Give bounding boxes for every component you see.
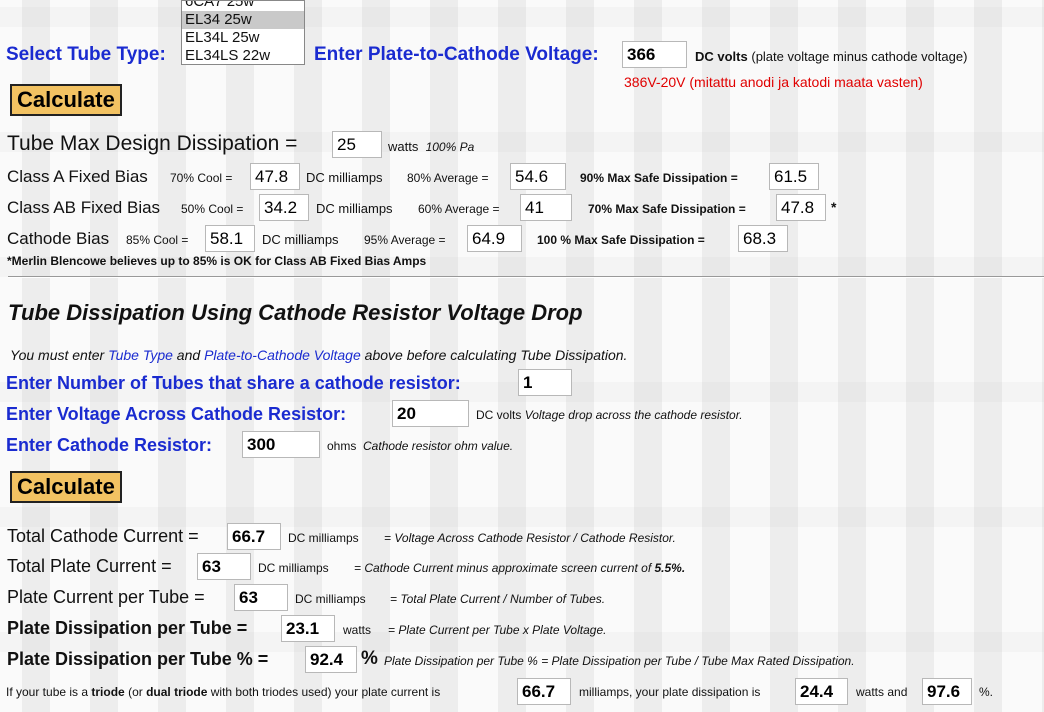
total-cathode-label: Total Cathode Current = xyxy=(7,526,199,546)
tube-type-listbox[interactable]: 6CA7 25w EL34 25w EL34L 25w EL34LS 22w xyxy=(181,0,305,65)
plate-voltage-hint: (plate voltage minus cathode voltage) xyxy=(751,49,968,64)
tube-option[interactable]: 6CA7 25w xyxy=(182,1,304,11)
cathode-resistor-unit: ohms xyxy=(327,439,357,453)
cathode-resistor-label: Enter Cathode Resistor: xyxy=(6,435,213,455)
dual-triode-word: dual triode xyxy=(146,685,208,699)
tube-type-link[interactable]: Tube Type xyxy=(108,347,173,363)
class-ab-max-input[interactable] xyxy=(776,194,826,221)
total-plate-formula-text: = Cathode Current minus approximate scre… xyxy=(354,561,655,575)
class-ab-avg-input[interactable] xyxy=(520,194,572,221)
section-title: Tube Dissipation Using Cathode Resistor … xyxy=(8,300,583,325)
section-divider xyxy=(8,276,1044,278)
class-ab-cool-label: 50% Cool = xyxy=(181,202,244,216)
total-plate-label: Total Plate Current = xyxy=(7,556,172,576)
max-dissipation-input[interactable] xyxy=(332,131,382,158)
class-ab-unit: DC milliamps xyxy=(316,201,393,216)
total-plate-unit: DC milliamps xyxy=(258,561,329,575)
voltage-drop-unit: DC volts xyxy=(476,408,522,422)
tube-type-label: Select Tube Type: xyxy=(6,44,166,65)
tube-option-selected[interactable]: EL34 25w xyxy=(182,11,304,29)
plate-voltage-note: 386V-20V (mitattu anodi ja katodi maata … xyxy=(624,74,923,90)
triode-pct-unit: %. xyxy=(979,685,994,699)
dissipation-unit: watts xyxy=(343,623,372,637)
triode-text: If your tube is a xyxy=(6,685,92,699)
tube-option[interactable]: EL34LS 22w xyxy=(182,47,304,64)
plate-per-tube-output[interactable] xyxy=(234,584,288,611)
voltage-drop-label: Enter Voltage Across Cathode Resistor: xyxy=(6,404,347,424)
instr-text: and xyxy=(172,347,205,363)
triode-word: triode xyxy=(91,685,125,699)
dissipation-pct-unit: % xyxy=(361,648,378,669)
class-a-max-label: 90% Max Safe Dissipation = xyxy=(580,171,738,185)
plate-per-tube-unit: DC milliamps xyxy=(295,592,366,606)
total-cathode-formula: = Voltage Across Cathode Resistor / Cath… xyxy=(384,531,676,545)
max-dissipation-label: Tube Max Design Dissipation = xyxy=(7,132,298,155)
total-cathode-output[interactable] xyxy=(227,523,281,550)
cathode-resistor-input[interactable] xyxy=(242,431,320,458)
cathode-resistor-hint-text: ohms Cathode resistor ohm value. xyxy=(327,439,513,453)
dissipation-label: Plate Dissipation per Tube = xyxy=(7,618,248,638)
dissipation-pct-label: Plate Dissipation per Tube % = xyxy=(7,649,269,669)
cathode-bias-max-input[interactable] xyxy=(738,225,788,252)
triode-text-1: If your tube is a triode (or dual triode… xyxy=(6,685,440,699)
class-a-label: Class A Fixed Bias xyxy=(7,167,148,186)
plate-per-tube-formula: = Total Plate Current / Number of Tubes. xyxy=(390,592,606,606)
cathode-bias-avg-label: 95% Average = xyxy=(364,233,446,247)
class-a-cool-label: 70% Cool = xyxy=(170,171,233,185)
class-a-avg-input[interactable] xyxy=(510,163,566,190)
triode-current-output[interactable] xyxy=(517,678,571,705)
class-ab-cool-input[interactable] xyxy=(259,194,309,221)
triode-text: (or xyxy=(124,685,147,699)
instr-text: You must enter xyxy=(10,347,109,363)
total-cathode-unit: DC milliamps xyxy=(288,531,359,545)
tube-option[interactable]: EL34L 25w xyxy=(182,29,304,47)
plate-voltage-unit: DC volts xyxy=(695,49,748,64)
total-plate-formula: = Cathode Current minus approximate scre… xyxy=(354,561,685,575)
max-dissipation-note: 100% Pa xyxy=(425,140,475,154)
dissipation-formula: = Plate Current per Tube x Plate Voltage… xyxy=(388,623,607,637)
total-plate-output[interactable] xyxy=(197,553,251,580)
num-tubes-label: Enter Number of Tubes that share a catho… xyxy=(6,373,461,393)
footnote: *Merlin Blencowe believes up to 85% is O… xyxy=(7,254,427,268)
cathode-bias-cool-label: 85% Cool = xyxy=(126,233,189,247)
voltage-drop-hint-text: DC volts Voltage drop across the cathode… xyxy=(476,408,743,422)
plate-voltage-link[interactable]: Plate-to-Cathode Voltage xyxy=(204,347,361,363)
voltage-drop-input[interactable] xyxy=(392,400,469,427)
dissipation-pct-output[interactable] xyxy=(305,646,357,673)
plate-voltage-input[interactable] xyxy=(622,41,687,68)
class-ab-max-label: 70% Max Safe Dissipation = xyxy=(588,202,746,216)
class-a-max-input[interactable] xyxy=(769,163,819,190)
triode-pct-output[interactable] xyxy=(922,678,972,705)
calculate-button[interactable]: Calculate xyxy=(10,84,122,116)
triode-current-unit: milliamps, your plate dissipation is xyxy=(579,685,761,699)
class-a-avg-label: 80% Average = xyxy=(407,171,489,185)
plate-per-tube-label: Plate Current per Tube = xyxy=(7,587,205,607)
cathode-bias-max-label: 100 % Max Safe Dissipation = xyxy=(537,233,705,247)
cathode-bias-avg-input[interactable] xyxy=(467,225,522,252)
num-tubes-input[interactable] xyxy=(518,369,572,396)
class-ab-label: Class AB Fixed Bias xyxy=(7,198,161,217)
max-dissipation-units: watts 100% Pa xyxy=(388,139,474,154)
class-ab-asterisk: * xyxy=(831,199,837,215)
cathode-bias-unit: DC milliamps xyxy=(262,232,339,247)
dissipation-output[interactable] xyxy=(281,615,335,642)
cathode-bias-label: Cathode Bias xyxy=(7,229,110,248)
cathode-resistor-hint: Cathode resistor ohm value. xyxy=(363,439,514,453)
plate-voltage-unit-text: DC volts (plate voltage minus cathode vo… xyxy=(695,49,967,64)
screen-current-pct: 5.5%. xyxy=(654,561,686,575)
cathode-bias-cool-input[interactable] xyxy=(205,225,255,252)
class-a-unit: DC milliamps xyxy=(306,170,383,185)
triode-dissipation-output[interactable] xyxy=(795,678,848,705)
triode-dissipation-unit: watts and xyxy=(856,685,908,699)
calculate-button-dissipation[interactable]: Calculate xyxy=(10,471,122,503)
class-ab-avg-label: 60% Average = xyxy=(418,202,500,216)
plate-voltage-label: Enter Plate-to-Cathode Voltage: xyxy=(314,44,599,65)
instructions: You must enter Tube Type and Plate-to-Ca… xyxy=(10,347,627,363)
triode-text: with both triodes used) your plate curre… xyxy=(207,685,441,699)
class-a-cool-input[interactable] xyxy=(250,163,300,190)
voltage-drop-hint: Voltage drop across the cathode resistor… xyxy=(524,408,743,422)
max-dissipation-unit: watts xyxy=(388,139,419,154)
instr-text: above before calculating Tube Dissipatio… xyxy=(360,347,628,363)
dissipation-pct-formula: Plate Dissipation per Tube % = Plate Dis… xyxy=(384,654,855,668)
